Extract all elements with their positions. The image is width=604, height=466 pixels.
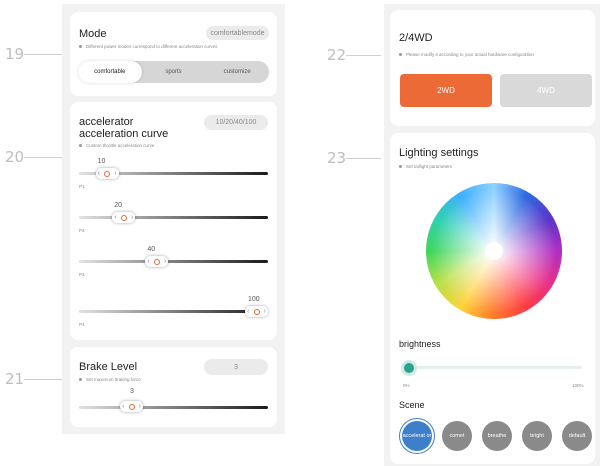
drive-option-4wd[interactable]: 4WD [500, 74, 592, 107]
accel-slider-label: P3 [79, 272, 85, 277]
lighting-title: Lighting settings [399, 147, 479, 159]
lighting-card: Lighting settings Set taillight paramete… [390, 133, 595, 464]
slider-dot-icon [128, 403, 135, 410]
callout-21: 21 [5, 370, 25, 388]
scene-label: Scene [399, 400, 425, 410]
callout-20: 20 [5, 148, 25, 166]
chevron-left-icon: ‹ [122, 403, 125, 410]
accel-slider-label: P1 [79, 184, 85, 189]
accel-slider-track[interactable] [79, 260, 268, 263]
accel-slider-value: 20 [114, 202, 122, 209]
accel-badge: 10/20/40/100 [204, 115, 268, 130]
slider-dot-icon [120, 214, 127, 221]
callout-19-line [24, 54, 62, 55]
brightness-label: brightness [399, 339, 441, 349]
slider-dot-icon [104, 170, 111, 177]
brightness-min-label: 0% [403, 383, 410, 388]
scene-button-bright[interactable]: bright [522, 421, 552, 451]
accel-slider-value: 100 [248, 296, 260, 303]
left-screen: Mode Different power modes correspond to… [62, 4, 285, 434]
mode-badge: comfortablemode [206, 26, 269, 40]
callout-23-line [346, 158, 381, 159]
accel-slider-knob[interactable]: ‹ › [145, 256, 169, 267]
scene-button-accelerator[interactable]: accelerat or [402, 421, 432, 451]
mode-subtitle: Different power modes correspond to diff… [79, 44, 217, 49]
brightness-slider-track[interactable] [406, 366, 582, 369]
brake-subtitle: Set maximum braking force [79, 377, 141, 382]
accel-slider-knob[interactable]: ‹ › [245, 306, 268, 317]
accel-slider-value: 40 [147, 246, 156, 253]
mode-selector: comfortable sports customize [78, 61, 269, 83]
scene-button-breathe[interactable]: breathe [482, 421, 512, 451]
slider-dot-icon [253, 308, 260, 315]
accel-slider-knob[interactable]: ‹ › [112, 212, 136, 223]
chevron-right-icon: › [114, 170, 117, 177]
brake-title: Brake Level [79, 361, 138, 373]
brake-card: Brake Level Set maximum braking force 3 … [70, 347, 277, 427]
callout-22: 22 [327, 46, 347, 64]
mode-title: Mode [79, 28, 107, 40]
accel-subtitle: Custom throttle acceleration curve [79, 143, 154, 148]
chevron-left-icon: ‹ [97, 170, 100, 177]
scene-button-comet[interactable]: comet [442, 421, 472, 451]
accel-slider-label: P2 [79, 228, 85, 233]
callout-19: 19 [5, 45, 25, 63]
accel-slider-knob[interactable]: ‹ › [95, 168, 119, 179]
chevron-right-icon: › [138, 403, 141, 410]
brake-badge: 3 [204, 359, 268, 375]
accel-slider-track[interactable] [79, 216, 268, 219]
chevron-right-icon: › [130, 214, 134, 221]
chevron-left-icon: ‹ [114, 214, 117, 221]
mode-option-customize[interactable]: customize [205, 61, 269, 83]
lighting-subtitle: Set taillight parameters [399, 164, 452, 169]
callout-20-line [24, 157, 62, 158]
drive-subtitle: Please modify it according to your actua… [399, 52, 534, 57]
callout-22-line [346, 55, 381, 56]
mode-option-comfortable[interactable]: comfortable [78, 61, 142, 83]
brake-slider-knob[interactable]: ‹ › [120, 401, 143, 412]
callout-21-line [24, 379, 62, 380]
mode-option-sports[interactable]: sports [142, 61, 206, 83]
right-screen: 2/4WD Please modify it according to your… [384, 4, 600, 466]
brightness-slider-knob[interactable] [404, 363, 414, 373]
scene-button-default[interactable]: default [562, 421, 592, 451]
accel-card: accelerator acceleration curve Custom th… [70, 102, 277, 340]
chevron-right-icon: › [263, 308, 266, 315]
drive-option-2wd[interactable]: 2WD [400, 74, 492, 107]
color-wheel-selector[interactable] [485, 242, 503, 260]
brake-value: 3 [130, 388, 134, 395]
slider-dot-icon [153, 258, 160, 265]
accel-title-line2: acceleration curve [79, 128, 169, 140]
callout-23: 23 [327, 149, 347, 167]
drive-card: 2/4WD Please modify it according to your… [390, 10, 595, 126]
brake-slider-track[interactable] [79, 406, 268, 409]
brightness-max-label: 100% [572, 383, 584, 388]
mode-card: Mode Different power modes correspond to… [70, 12, 277, 96]
accel-slider-label: P4 [79, 322, 85, 327]
chevron-right-icon: › [164, 258, 167, 265]
chevron-left-icon: ‹ [247, 308, 250, 315]
accel-slider-value: 10 [97, 158, 106, 165]
accel-title-line1: accelerator [79, 116, 134, 128]
chevron-left-icon: ‹ [147, 258, 150, 265]
accel-slider-track[interactable] [79, 310, 268, 313]
drive-title: 2/4WD [399, 32, 433, 44]
